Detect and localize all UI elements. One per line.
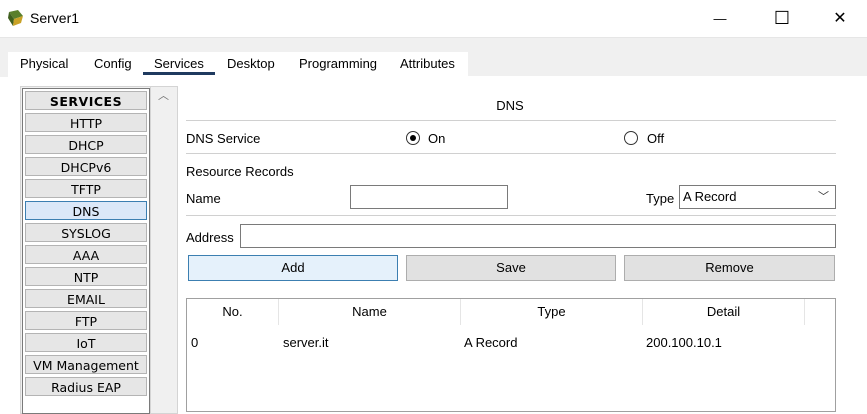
type-select[interactable]: A Record ﹀ [679, 185, 836, 209]
column-header-no[interactable]: No. [187, 299, 279, 325]
service-email[interactable]: EMAIL [25, 289, 147, 308]
maximize-button[interactable]: ☐ [759, 0, 805, 36]
cell-name: server.it [283, 335, 329, 350]
dns-records-table: No. Name Type Detail 0 server.it A Recor… [186, 298, 836, 412]
resource-records-label: Resource Records [186, 164, 294, 179]
services-scrollbar[interactable]: ︿ [150, 87, 177, 413]
dns-off-radio[interactable] [624, 131, 638, 145]
service-radius-eap[interactable]: Radius EAP [25, 377, 147, 396]
cell-no: 0 [191, 335, 199, 350]
chevron-down-icon: ﹀ [818, 191, 829, 203]
service-aaa[interactable]: AAA [25, 245, 147, 264]
service-dhcp[interactable]: DHCP [25, 135, 147, 154]
divider [186, 215, 836, 216]
dns-title: DNS [496, 98, 524, 113]
tab-services[interactable]: Services [154, 56, 204, 71]
close-button[interactable]: ✕ [817, 0, 863, 36]
type-select-value: A Record [683, 189, 737, 204]
service-tftp[interactable]: TFTP [25, 179, 147, 198]
dns-off-label[interactable]: Off [647, 131, 664, 146]
remove-button[interactable]: Remove [624, 255, 835, 281]
services-panel: SERVICES HTTP DHCP DHCPv6 TFTP DNS SYSLO… [20, 86, 178, 414]
service-syslog[interactable]: SYSLOG [25, 223, 147, 242]
tab-desktop[interactable]: Desktop [227, 56, 275, 71]
close-icon: ✕ [833, 10, 847, 27]
address-input[interactable] [240, 224, 836, 248]
column-header-name[interactable]: Name [279, 299, 461, 325]
minimize-button[interactable]: — [697, 0, 743, 36]
name-input[interactable] [350, 185, 508, 209]
service-vm-management[interactable]: VM Management [25, 355, 147, 374]
name-label: Name [186, 191, 221, 206]
title-bar: Server1 — ☐ ✕ [0, 0, 867, 37]
dns-on-radio[interactable] [406, 131, 420, 145]
active-tab-indicator [143, 72, 215, 75]
divider [186, 120, 836, 121]
scroll-up-icon[interactable]: ︿ [158, 91, 169, 102]
tab-bar: Physical Config Services Desktop Program… [0, 37, 867, 77]
cell-type: A Record [464, 335, 518, 350]
service-http[interactable]: HTTP [25, 113, 147, 132]
server-app-icon [8, 10, 23, 26]
column-header-detail[interactable]: Detail [643, 299, 805, 325]
minimize-icon: — [713, 10, 727, 26]
dns-service-label: DNS Service [186, 131, 261, 146]
service-ntp[interactable]: NTP [25, 267, 147, 286]
dns-on-label[interactable]: On [428, 131, 445, 146]
save-button[interactable]: Save [406, 255, 616, 281]
service-iot[interactable]: IoT [25, 333, 147, 352]
service-dhcpv6[interactable]: DHCPv6 [25, 157, 147, 176]
cell-detail: 200.100.10.1 [646, 335, 722, 350]
dns-panel: DNS DNS Service On Off Resource Records … [186, 86, 846, 412]
tab-config[interactable]: Config [94, 56, 132, 71]
services-content: SERVICES HTTP DHCP DHCPv6 TFTP DNS SYSLO… [8, 76, 867, 414]
divider [186, 153, 836, 154]
tab-physical[interactable]: Physical [20, 56, 68, 71]
column-header-type[interactable]: Type [461, 299, 643, 325]
type-label: Type [646, 191, 675, 206]
tab-programming[interactable]: Programming [299, 56, 377, 71]
services-list: SERVICES HTTP DHCP DHCPv6 TFTP DNS SYSLO… [22, 88, 150, 414]
window-title: Server1 [30, 10, 80, 26]
maximize-icon: ☐ [773, 7, 791, 28]
tab-attributes[interactable]: Attributes [400, 56, 455, 71]
add-button[interactable]: Add [188, 255, 398, 281]
services-header: SERVICES [25, 91, 147, 110]
address-label: Address [186, 230, 234, 245]
service-ftp[interactable]: FTP [25, 311, 147, 330]
service-dns[interactable]: DNS [25, 201, 147, 220]
